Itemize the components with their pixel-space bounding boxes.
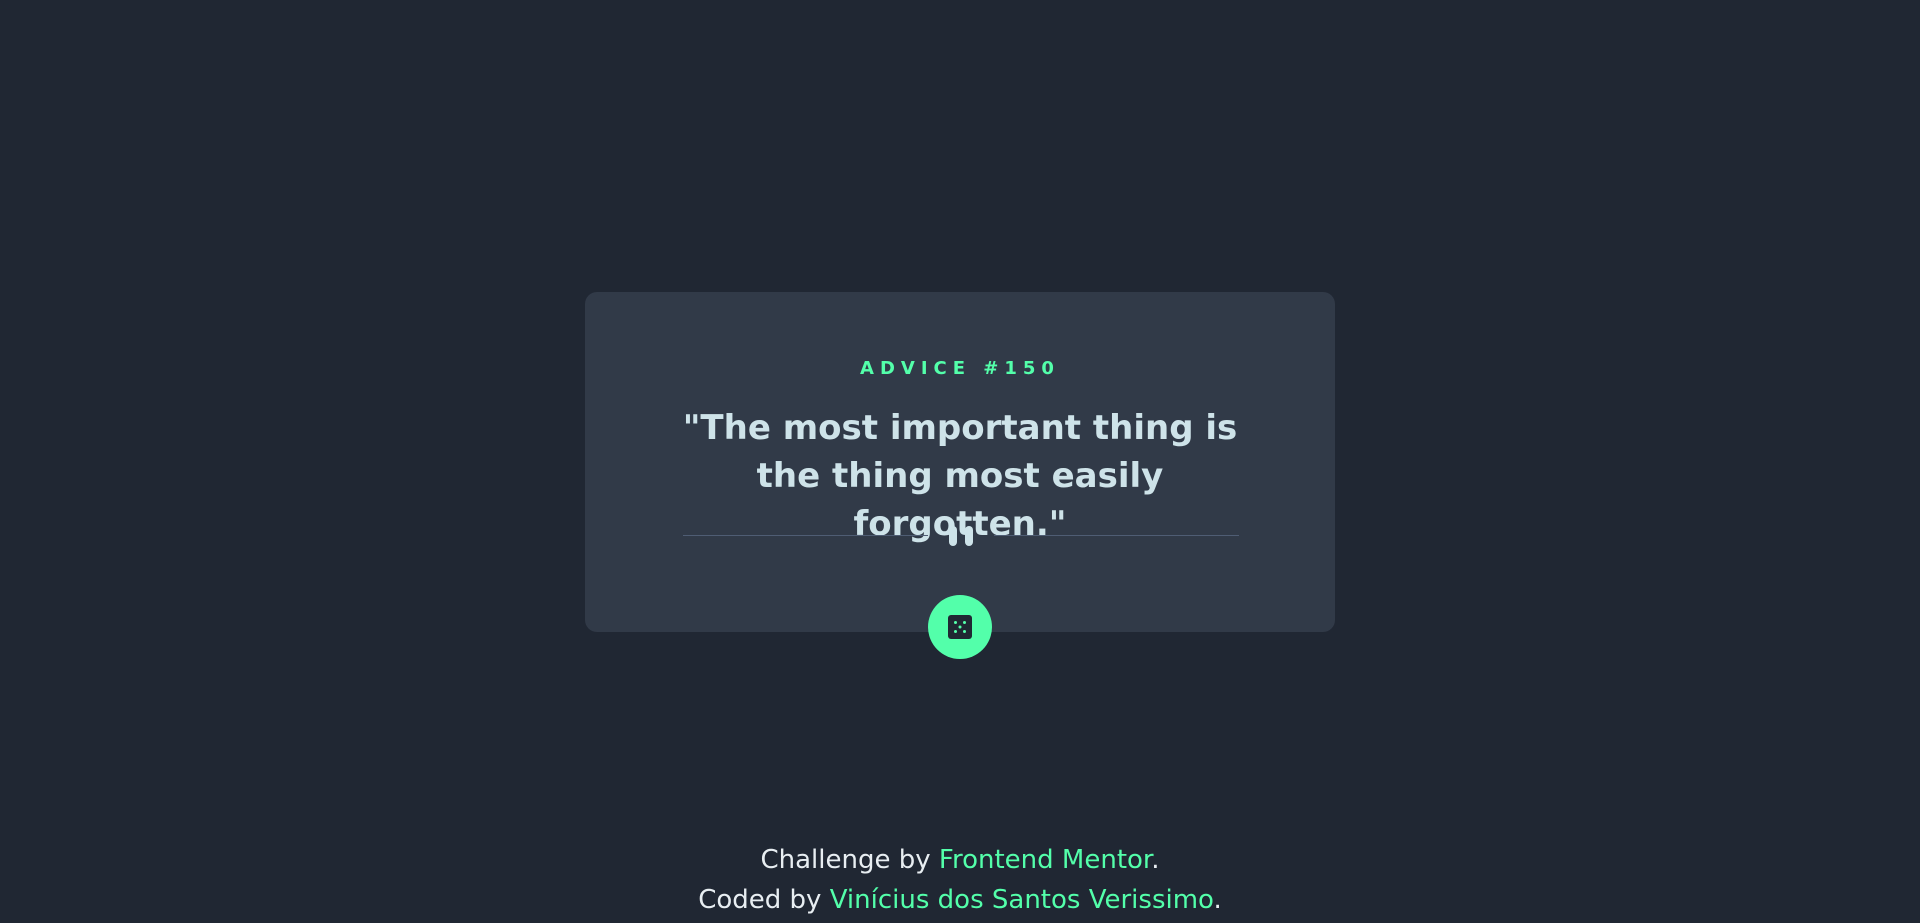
page: ADVICE #150 "The most important thing is… xyxy=(0,0,1920,923)
frontend-mentor-link[interactable]: Frontend Mentor xyxy=(939,845,1151,875)
footer-challenge-prefix: Challenge by xyxy=(760,845,939,875)
footer-line-challenge: Challenge by Frontend Mentor. xyxy=(0,840,1920,880)
divider-line-left xyxy=(683,535,928,536)
divider xyxy=(683,524,1239,546)
author-link[interactable]: Vinícius dos Santos Verissimo xyxy=(830,885,1214,915)
footer-line-coded: Coded by Vinícius dos Santos Verissimo. xyxy=(0,880,1920,920)
footer: Challenge by Frontend Mentor. Coded by V… xyxy=(0,840,1920,920)
footer-challenge-suffix: . xyxy=(1151,845,1160,875)
advice-number: ADVICE #150 xyxy=(860,358,1060,379)
dice-icon xyxy=(948,615,972,639)
new-advice-button[interactable] xyxy=(928,595,992,659)
divider-line-right xyxy=(994,535,1239,536)
pause-icon xyxy=(945,526,977,546)
advice-card: ADVICE #150 "The most important thing is… xyxy=(585,292,1335,632)
footer-coded-prefix: Coded by xyxy=(698,885,830,915)
footer-coded-suffix: . xyxy=(1213,885,1222,915)
